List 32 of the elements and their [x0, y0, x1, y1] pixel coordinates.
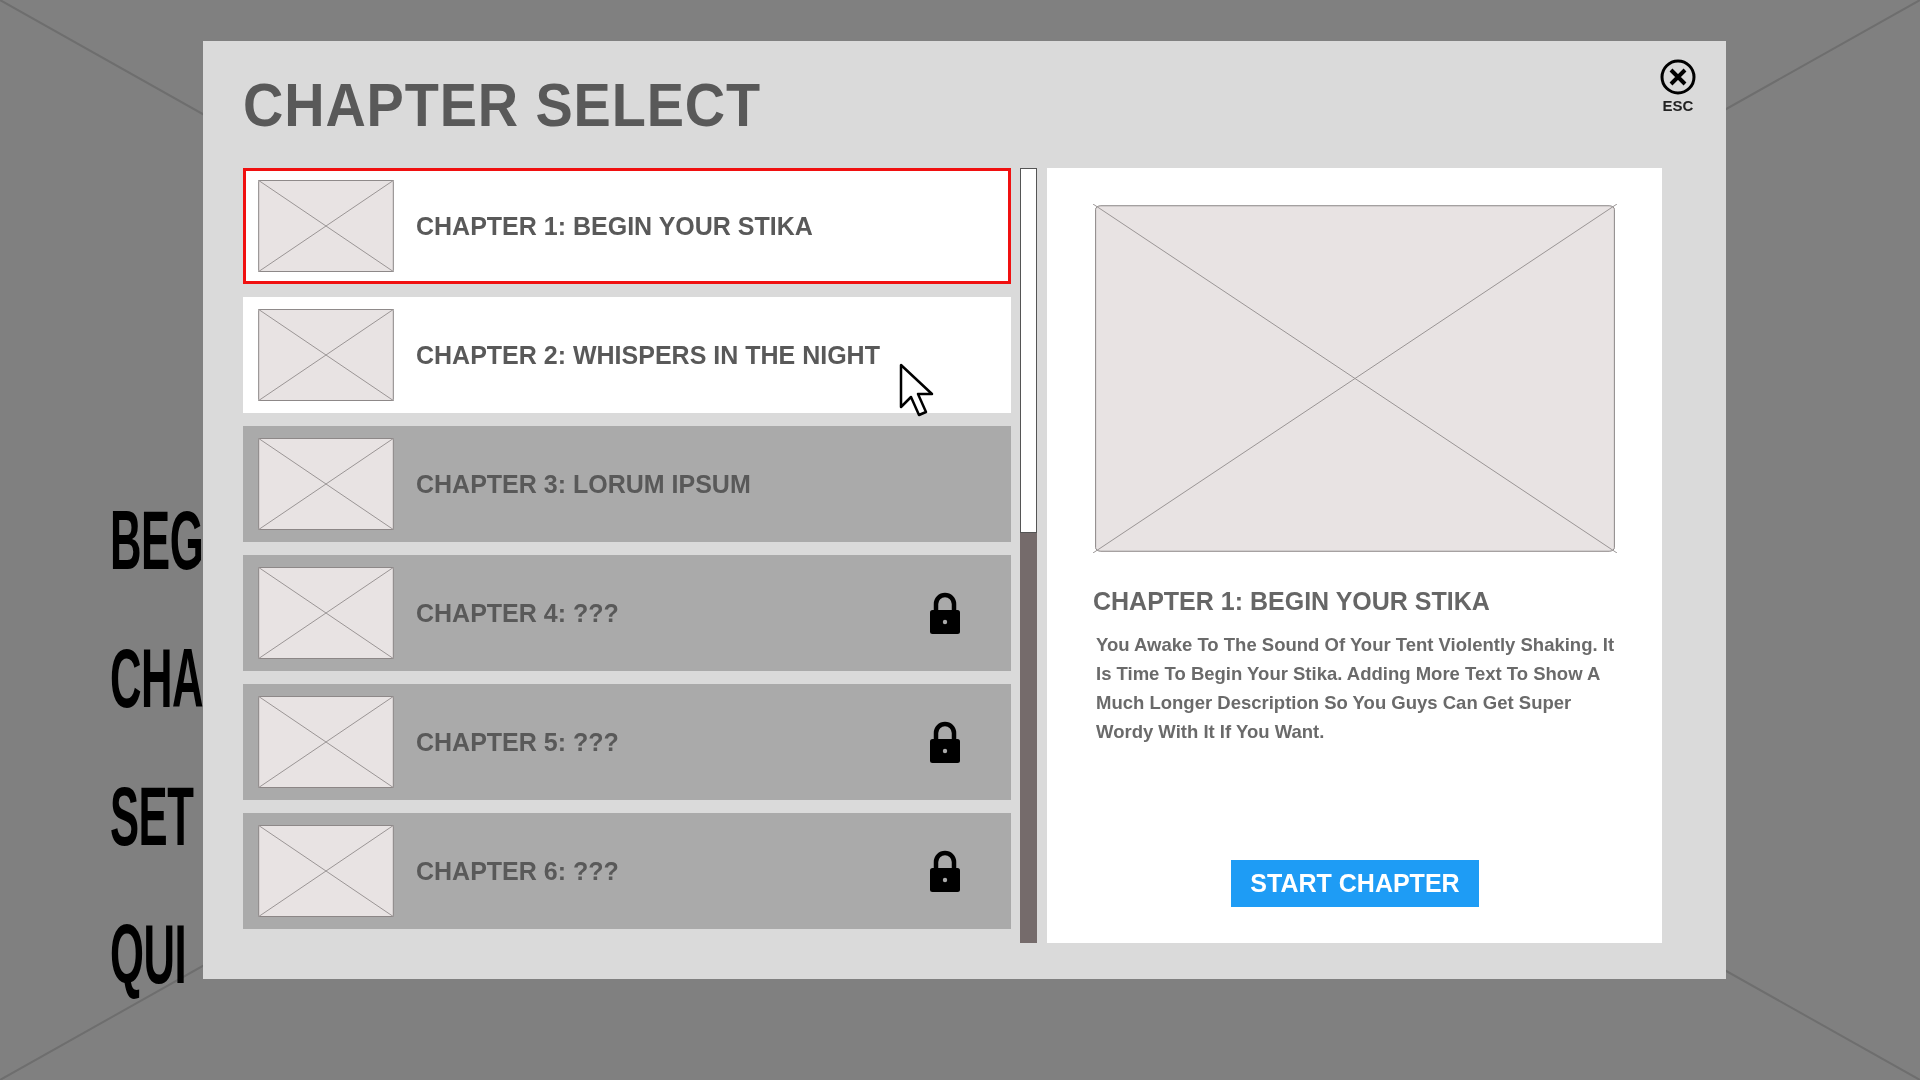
chapter-item[interactable]: CHAPTER 3: LORUM IPSUM — [243, 426, 1012, 542]
chapter-title: CHAPTER 4: ??? — [416, 598, 619, 628]
esc-label: ESC — [1662, 97, 1694, 114]
chapter-title: CHAPTER 1: BEGIN YOUR STIKA — [416, 211, 813, 241]
image-placeholder-icon — [258, 696, 394, 788]
chapter-item[interactable]: CHAPTER 6: ??? — [243, 813, 1012, 929]
image-placeholder-icon — [258, 567, 394, 659]
chapter-description: You Awake To The Sound Of Your Tent Violently Shaking. It Is Time To Begin Your Stika. Adding More Text To Show A Much Longer Description So You Guys Can Get Super Wordy With It If You Want. — [1096, 633, 1616, 744]
chapter-item[interactable]: CHAPTER 5: ??? — [243, 684, 1012, 800]
menu-item[interactable]: CHA — [110, 609, 204, 747]
menu-item[interactable]: SET — [110, 747, 194, 885]
image-placeholder-icon — [258, 825, 394, 917]
chapter-item[interactable]: CHAPTER 4: ??? — [243, 555, 1012, 671]
chapter-item[interactable]: CHAPTER 2: WHISPERS IN THE NIGHT — [243, 297, 1012, 413]
image-placeholder-icon — [1093, 204, 1617, 553]
menu-item[interactable]: QUI — [110, 885, 187, 1023]
chapter-title: CHAPTER 3: LORUM IPSUM — [416, 469, 751, 499]
chapter-item[interactable]: CHAPTER 1: BEGIN YOUR STIKA — [243, 168, 1012, 284]
menu-item[interactable]: BEG — [110, 471, 204, 609]
scrollbar[interactable] — [1020, 168, 1037, 943]
image-placeholder-icon — [258, 309, 394, 401]
scrollbar-thumb[interactable] — [1020, 168, 1037, 533]
dialog-title: CHAPTER SELECT — [243, 69, 761, 140]
chapter-heading: CHAPTER 1: BEGIN YOUR STIKA — [1093, 587, 1491, 616]
chapter-title: CHAPTER 6: ??? — [416, 856, 619, 886]
image-placeholder-icon — [258, 438, 394, 530]
start-chapter-button[interactable]: START CHAPTER — [1231, 860, 1479, 907]
chapter-title: CHAPTER 5: ??? — [416, 727, 619, 757]
close-icon[interactable] — [1660, 59, 1696, 95]
image-placeholder-icon — [258, 180, 394, 272]
cursor-icon — [899, 363, 935, 419]
chapter-title: CHAPTER 2: WHISPERS IN THE NIGHT — [416, 340, 880, 370]
